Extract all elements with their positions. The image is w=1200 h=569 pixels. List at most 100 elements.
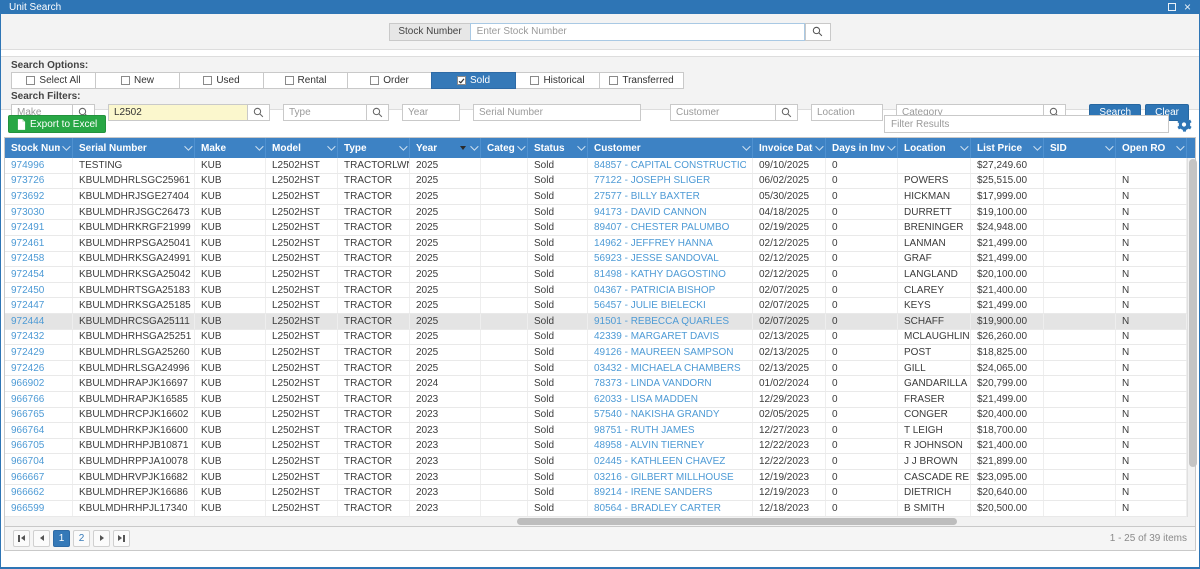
table-row[interactable]: 972426KBULMDHRLSGA24996KUBL2502HSTTRACTO… xyxy=(5,361,1187,377)
column-menu-icon[interactable] xyxy=(255,142,263,150)
customer-link[interactable]: 80564 - BRADLEY CARTER xyxy=(594,503,721,514)
stock-link[interactable]: 973030 xyxy=(11,207,44,218)
column-menu-icon[interactable] xyxy=(1176,142,1184,150)
customer-link[interactable]: 03432 - MICHAELA CHAMBERS xyxy=(594,363,741,374)
column-header-stock[interactable]: Stock Number xyxy=(5,138,73,158)
stock-link[interactable]: 973692 xyxy=(11,191,44,202)
stock-link[interactable]: 966902 xyxy=(11,378,44,389)
customer-link[interactable]: 02445 - KATHLEEN CHAVEZ xyxy=(594,456,725,467)
customer-link[interactable]: 89407 - CHESTER PALUMBO xyxy=(594,222,729,233)
column-header-year[interactable]: Year xyxy=(410,138,481,158)
customer-link[interactable]: 56923 - JESSE SANDOVAL xyxy=(594,253,719,264)
stock-link[interactable]: 974996 xyxy=(11,160,44,171)
table-row[interactable]: 966902KBULMDHRAPJK16697KUBL2502HSTTRACTO… xyxy=(5,376,1187,392)
last-page-button[interactable] xyxy=(113,530,130,547)
column-menu-icon[interactable] xyxy=(742,142,750,150)
customer-link[interactable]: 62033 - LISA MADDEN xyxy=(594,394,698,405)
column-header-open_ro[interactable]: Open RO xyxy=(1116,138,1187,158)
table-row[interactable]: 966667KBULMDHRVPJK16682KUBL2502HSTTRACTO… xyxy=(5,470,1187,486)
stock-link[interactable]: 966667 xyxy=(11,472,44,483)
stock-link[interactable]: 966764 xyxy=(11,425,44,436)
column-header-invoice_date[interactable]: Invoice Date xyxy=(753,138,826,158)
column-header-sid[interactable]: SID xyxy=(1044,138,1116,158)
option-transferred[interactable]: Transferred xyxy=(599,72,684,89)
customer-link[interactable]: 48958 - ALVIN TIERNEY xyxy=(594,440,704,451)
column-header-list_price[interactable]: List Price xyxy=(971,138,1044,158)
column-header-status[interactable]: Status xyxy=(528,138,588,158)
column-menu-icon[interactable] xyxy=(327,142,335,150)
customer-link[interactable]: 04367 - PATRICIA BISHOP xyxy=(594,285,715,296)
column-header-type[interactable]: Type xyxy=(338,138,410,158)
stock-link[interactable]: 966766 xyxy=(11,394,44,405)
table-row[interactable]: 972458KBULMDHRKSGA24991KUBL2502HSTTRACTO… xyxy=(5,252,1187,268)
next-page-button[interactable] xyxy=(93,530,110,547)
column-menu-icon[interactable] xyxy=(62,142,70,150)
customer-link[interactable]: 14962 - JEFFREY HANNA xyxy=(594,238,713,249)
stock-link[interactable]: 972447 xyxy=(11,300,44,311)
customer-link[interactable]: 78373 - LINDA VANDORN xyxy=(594,378,712,389)
horizontal-scrollbar[interactable] xyxy=(5,517,1195,526)
stock-link[interactable]: 966662 xyxy=(11,487,44,498)
table-row[interactable]: 972454KBULMDHRKSGA25042KUBL2502HSTTRACTO… xyxy=(5,267,1187,283)
stock-link[interactable]: 972461 xyxy=(11,238,44,249)
customer-link[interactable]: 89214 - IRENE SANDERS xyxy=(594,487,712,498)
stock-link[interactable]: 972429 xyxy=(11,347,44,358)
table-row[interactable]: 966599KBULMDHRHPJL17340KUBL2502HSTTRACTO… xyxy=(5,501,1187,517)
close-icon[interactable]: × xyxy=(1184,2,1191,12)
option-rental[interactable]: Rental xyxy=(263,72,348,89)
customer-link[interactable]: 84857 - CAPITAL CONSTRUCTION xyxy=(594,160,746,171)
table-row[interactable]: 973726KBULMDHRLSGC25961KUBL2502HSTTRACTO… xyxy=(5,174,1187,190)
customer-link[interactable]: 98751 - RUTH JAMES xyxy=(594,425,695,436)
table-row[interactable]: 966765KBULMDHRCPJK16602KUBL2502HSTTRACTO… xyxy=(5,408,1187,424)
stock-link[interactable]: 966765 xyxy=(11,409,44,420)
column-menu-icon[interactable] xyxy=(1105,142,1113,150)
option-sold[interactable]: Sold xyxy=(431,72,516,89)
column-menu-icon[interactable] xyxy=(399,142,407,150)
column-menu-icon[interactable] xyxy=(815,142,823,150)
export-to-excel-button[interactable]: Export to Excel xyxy=(8,115,106,133)
table-row[interactable]: 972461KBULMDHRPSGA25041KUBL2502HSTTRACTO… xyxy=(5,236,1187,252)
column-menu-icon[interactable] xyxy=(470,142,478,150)
column-header-days_in_inventory[interactable]: Days in Invent... xyxy=(826,138,898,158)
column-header-serial[interactable]: Serial Number xyxy=(73,138,195,158)
column-menu-icon[interactable] xyxy=(577,142,585,150)
previous-page-button[interactable] xyxy=(33,530,50,547)
filter-results-input[interactable] xyxy=(884,115,1169,133)
stock-link[interactable]: 966705 xyxy=(11,440,44,451)
option-used[interactable]: Used xyxy=(179,72,264,89)
stock-link[interactable]: 972458 xyxy=(11,253,44,264)
stock-link[interactable]: 966704 xyxy=(11,456,44,467)
table-row[interactable]: 966705KBULMDHRHPJB10871KUBL2502HSTTRACTO… xyxy=(5,439,1187,455)
customer-link[interactable]: 77122 - JOSEPH SLIGER xyxy=(594,175,710,186)
customer-link[interactable]: 42339 - MARGARET DAVIS xyxy=(594,331,719,342)
customer-link[interactable]: 27577 - BILLY BAXTER xyxy=(594,191,700,202)
vertical-scroll-thumb[interactable] xyxy=(1189,159,1197,467)
table-row[interactable]: 973030KBULMDHRJSGC26473KUBL2502HSTTRACTO… xyxy=(5,205,1187,221)
stock-link[interactable]: 972454 xyxy=(11,269,44,280)
stock-link[interactable]: 966599 xyxy=(11,503,44,514)
column-menu-icon[interactable] xyxy=(1033,142,1041,150)
table-row[interactable]: 966766KBULMDHRAPJK16585KUBL2502HSTTRACTO… xyxy=(5,392,1187,408)
table-row[interactable]: 972432KBULMDHRHSGA25251KUBL2502HSTTRACTO… xyxy=(5,330,1187,346)
stock-link[interactable]: 973726 xyxy=(11,175,44,186)
table-row[interactable]: 973692KBULMDHRJSGE27404KUBL2502HSTTRACTO… xyxy=(5,189,1187,205)
stock-link[interactable]: 972444 xyxy=(11,316,44,327)
column-header-customer[interactable]: Customer xyxy=(588,138,753,158)
horizontal-scroll-thumb[interactable] xyxy=(517,518,957,525)
option-historical[interactable]: Historical xyxy=(515,72,600,89)
table-row[interactable]: 966662KBULMDHREPJK16686KUBL2502HSTTRACTO… xyxy=(5,485,1187,501)
first-page-button[interactable] xyxy=(13,530,30,547)
page-button-1[interactable]: 1 xyxy=(53,530,70,547)
column-header-make[interactable]: Make xyxy=(195,138,266,158)
customer-link[interactable]: 03216 - GILBERT MILLHOUSE xyxy=(594,472,734,483)
stock-link[interactable]: 972491 xyxy=(11,222,44,233)
stock-link[interactable]: 972432 xyxy=(11,331,44,342)
table-row[interactable]: 966704KBULMDHRPPJA10078KUBL2502HSTTRACTO… xyxy=(5,454,1187,470)
table-row[interactable]: 972447KBULMDHRKSGA25185KUBL2502HSTTRACTO… xyxy=(5,298,1187,314)
gear-icon[interactable] xyxy=(1175,116,1192,133)
customer-link[interactable]: 91501 - REBECCA QUARLES xyxy=(594,316,729,327)
column-header-category[interactable]: Categ... xyxy=(481,138,528,158)
option-select-all[interactable]: Select All xyxy=(11,72,96,89)
stock-link[interactable]: 972426 xyxy=(11,363,44,374)
customer-link[interactable]: 49126 - MAUREEN SAMPSON xyxy=(594,347,734,358)
